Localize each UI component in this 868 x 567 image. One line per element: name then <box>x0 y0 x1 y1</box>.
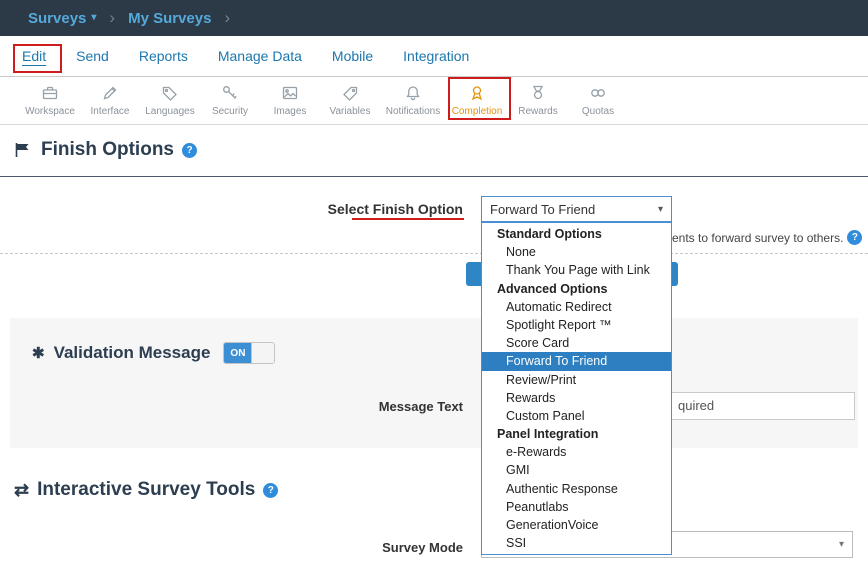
dropdown-option[interactable]: SSI <box>482 534 671 552</box>
pencil-icon <box>101 83 119 103</box>
briefcase-icon <box>41 83 59 103</box>
dropdown-option[interactable]: Authentic Response <box>482 480 671 498</box>
toolbar-item-label: Notifications <box>386 106 440 117</box>
dropdown-option[interactable]: Peanutlabs <box>482 498 671 516</box>
page-title: Finish Options <box>41 139 174 161</box>
menu-item-manage-data[interactable]: Manage Data <box>218 48 302 64</box>
label-tag-icon <box>341 83 359 103</box>
toolbar-item-quotas[interactable]: Quotas <box>568 83 628 117</box>
dropdown-option[interactable]: Automatic Redirect <box>482 298 671 316</box>
section-title: Interactive Survey Tools <box>37 479 255 501</box>
message-text-value-fragment: quired <box>678 393 714 419</box>
toolbar-item-label: Rewards <box>518 106 557 117</box>
toolbar-item-label: Quotas <box>582 106 614 117</box>
toolbar-item-completion[interactable]: Completion <box>446 83 508 117</box>
toggle-knob <box>251 343 274 363</box>
swap-arrows-icon: ⇄ <box>14 481 29 499</box>
message-text-label: Message Text <box>300 399 463 414</box>
dropdown-option[interactable]: Custom Panel <box>482 407 671 425</box>
app-window: Surveys ▾ › My Surveys › Edit Send Repor… <box>0 0 868 567</box>
dropdown-group-header: Standard Options <box>482 225 671 243</box>
dropdown-option[interactable]: Spotlight Report ™ <box>482 316 671 334</box>
finish-option-dropdown-list: Standard Options None Thank You Page wit… <box>481 222 672 555</box>
key-icon <box>221 83 239 103</box>
toolbar-item-label: Completion <box>452 106 503 117</box>
toolbar-item-label: Variables <box>330 106 371 117</box>
toggle-on-label: ON <box>224 343 251 363</box>
bell-icon <box>404 83 422 103</box>
toolbar-item-notifications[interactable]: Notifications <box>380 83 446 117</box>
validation-message-toggle[interactable]: ON <box>223 342 275 364</box>
dropdown-option[interactable]: e-Rewards <box>482 443 671 461</box>
medal-icon <box>529 83 547 103</box>
dropdown-option[interactable]: Thank You Page with Link <box>482 261 671 279</box>
asterisk-icon: ✱ <box>32 344 45 362</box>
menu-item-edit[interactable]: Edit <box>22 48 46 64</box>
toolbar-item-variables[interactable]: Variables <box>320 83 380 117</box>
dropdown-group-header: Panel Integration <box>482 425 671 443</box>
menu-item-send[interactable]: Send <box>76 48 109 64</box>
toolbar-item-label: Workspace <box>25 106 75 117</box>
dropdown-option[interactable]: Score Card <box>482 334 671 352</box>
breadcrumb-my-surveys[interactable]: My Surveys <box>128 10 211 27</box>
select-finish-option-dropdown[interactable]: Forward To Friend ▾ <box>481 196 672 222</box>
topbar: Surveys ▾ › My Surveys › <box>0 0 868 36</box>
validation-message-title: Validation Message <box>54 343 211 363</box>
survey-mode-label: Survey Mode <box>300 540 463 555</box>
dropdown-option[interactable]: Rewards <box>482 389 671 407</box>
ribbon-icon <box>468 83 486 103</box>
toolbar-item-label: Images <box>274 106 307 117</box>
breadcrumb: Surveys ▾ › My Surveys › <box>28 8 230 28</box>
dropdown-option[interactable]: Review/Print <box>482 371 671 389</box>
help-icon[interactable]: ? <box>847 230 862 245</box>
chevron-down-icon: ▾ <box>91 13 96 23</box>
flag-icon <box>14 141 33 159</box>
toolbar: Workspace Interface Languages Security I… <box>0 77 868 125</box>
toolbar-item-label: Interface <box>91 106 130 117</box>
select-finish-option-label: Select Finish Option <box>240 201 463 217</box>
toolbar-item-languages[interactable]: Languages <box>140 83 200 117</box>
toolbar-item-label: Security <box>212 106 248 117</box>
toolbar-item-interface[interactable]: Interface <box>80 83 140 117</box>
menu-item-integration[interactable]: Integration <box>403 48 469 64</box>
help-text-fragment: ents to forward survey to others. <box>672 231 843 245</box>
toolbar-item-workspace[interactable]: Workspace <box>20 83 80 117</box>
annotation-select-label-underline <box>352 218 464 220</box>
finish-options-heading: Finish Options ? <box>14 139 197 161</box>
dropdown-option[interactable]: None <box>482 243 671 261</box>
help-icon[interactable]: ? <box>263 483 278 498</box>
validation-message-header: ✱ Validation Message ON <box>32 342 275 364</box>
interactive-survey-tools-heading: ⇄ Interactive Survey Tools ? <box>14 479 278 501</box>
breadcrumb-chevron-icon: › <box>224 8 230 28</box>
chevron-down-icon: ▾ <box>658 204 663 215</box>
toolbar-item-rewards[interactable]: Rewards <box>508 83 568 117</box>
help-icon[interactable]: ? <box>182 143 197 158</box>
dropdown-group-header: Advanced Options <box>482 280 671 298</box>
toolbar-item-images[interactable]: Images <box>260 83 320 117</box>
breadcrumb-chevron-icon: › <box>109 8 115 28</box>
selected-finish-option-value: Forward To Friend <box>490 202 595 217</box>
menu-bar: Edit Send Reports Manage Data Mobile Int… <box>0 36 868 77</box>
picture-icon <box>281 83 299 103</box>
dashed-divider <box>0 253 868 254</box>
breadcrumb-surveys-label: Surveys <box>28 10 86 27</box>
finish-option-help-text: ents to forward survey to others. ? <box>672 230 862 245</box>
chevron-down-icon: ▾ <box>839 539 844 550</box>
dropdown-option[interactable]: GMI <box>482 461 671 479</box>
tag-icon <box>161 83 179 103</box>
menu-item-reports[interactable]: Reports <box>139 48 188 64</box>
breadcrumb-surveys[interactable]: Surveys ▾ <box>28 10 96 27</box>
toolbar-item-security[interactable]: Security <box>200 83 260 117</box>
dropdown-option-selected[interactable]: Forward To Friend <box>482 352 671 370</box>
toolbar-item-label: Languages <box>145 106 195 117</box>
menu-item-mobile[interactable]: Mobile <box>332 48 373 64</box>
chain-icon <box>589 83 607 103</box>
section-divider <box>0 176 868 177</box>
dropdown-option[interactable]: GenerationVoice <box>482 516 671 534</box>
validation-message-section: ✱ Validation Message ON <box>10 318 858 448</box>
